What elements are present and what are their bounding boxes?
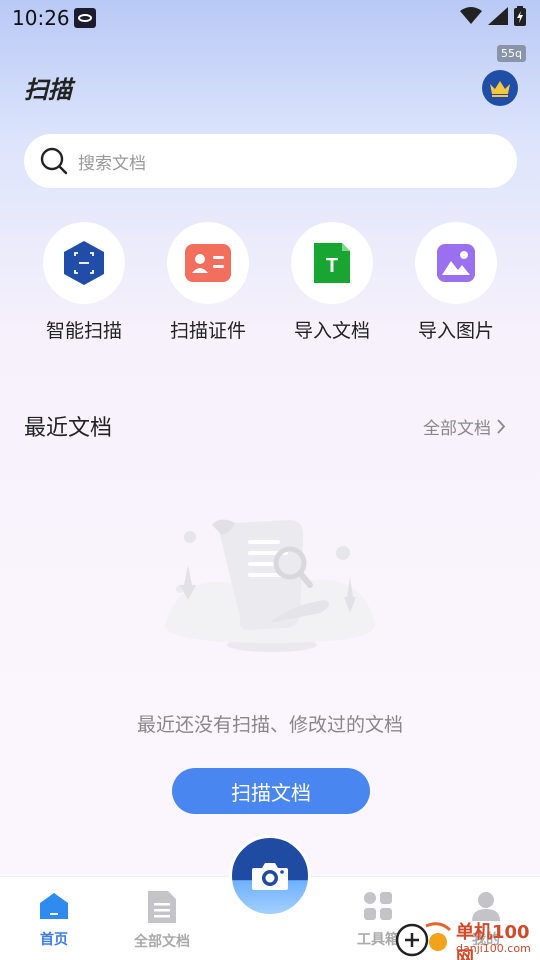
notification-icon xyxy=(74,8,96,28)
image-icon xyxy=(437,244,475,282)
document-icon xyxy=(148,891,176,923)
page-title: 扫描 xyxy=(24,76,72,104)
hexagon-scan-icon xyxy=(64,241,104,285)
camera-scan-button[interactable] xyxy=(229,835,311,917)
recent-documents-title: 最近文档 xyxy=(24,416,113,441)
nav-label: 全部文档 xyxy=(134,934,190,950)
home-icon xyxy=(40,893,68,919)
nav-all-documents[interactable]: 全部文档 xyxy=(108,891,216,951)
empty-state-message: 最近还没有扫描、修改过的文档 xyxy=(136,714,403,736)
watermark-url: danji100.com xyxy=(456,942,531,955)
search-placeholder: 搜索文档 xyxy=(78,153,146,174)
camera-icon xyxy=(252,863,288,890)
scan-document-button[interactable]: 扫描文档 xyxy=(172,768,370,814)
wifi-icon xyxy=(460,7,482,24)
status-bar: 10:26 xyxy=(0,0,540,36)
crown-icon xyxy=(490,81,510,97)
id-card-icon xyxy=(185,244,231,282)
watermark: 单机100网 danji100.com xyxy=(392,916,540,960)
svg-text:T: T xyxy=(326,255,338,277)
quick-actions: 智能扫描 扫描证件 T 导入文档 导入图片 xyxy=(22,222,522,342)
status-time: 10:26 xyxy=(12,6,70,30)
scan-id-button[interactable]: 扫描证件 xyxy=(146,222,270,343)
quick-action-label: 导入文档 xyxy=(293,320,370,342)
vip-button[interactable] xyxy=(482,70,518,106)
nav-label: 首页 xyxy=(40,932,68,948)
grid-apps-icon xyxy=(364,892,392,920)
import-document-button[interactable]: T 导入文档 xyxy=(270,222,394,343)
quick-action-label: 导入图片 xyxy=(417,320,494,342)
import-image-button[interactable]: 导入图片 xyxy=(394,222,518,343)
signal-icon xyxy=(488,7,508,25)
scan-document-label: 扫描文档 xyxy=(231,780,311,805)
smart-scan-button[interactable]: 智能扫描 xyxy=(22,222,146,343)
status-icons xyxy=(460,6,526,26)
chevron-right-icon xyxy=(497,419,506,434)
network-speed-badge: 55q xyxy=(497,45,526,62)
watermark-logo-icon xyxy=(395,922,452,957)
empty-documents-illustration xyxy=(165,519,375,652)
battery-icon xyxy=(514,6,526,26)
text-document-icon: T xyxy=(314,243,350,283)
search-icon xyxy=(40,147,68,175)
quick-action-label: 智能扫描 xyxy=(45,320,122,342)
all-documents-link[interactable]: 全部文档 xyxy=(423,414,506,439)
quick-action-label: 扫描证件 xyxy=(169,320,246,342)
nav-home[interactable]: 首页 xyxy=(0,891,108,949)
all-documents-label: 全部文档 xyxy=(423,419,491,439)
search-input[interactable]: 搜索文档 xyxy=(24,134,517,188)
